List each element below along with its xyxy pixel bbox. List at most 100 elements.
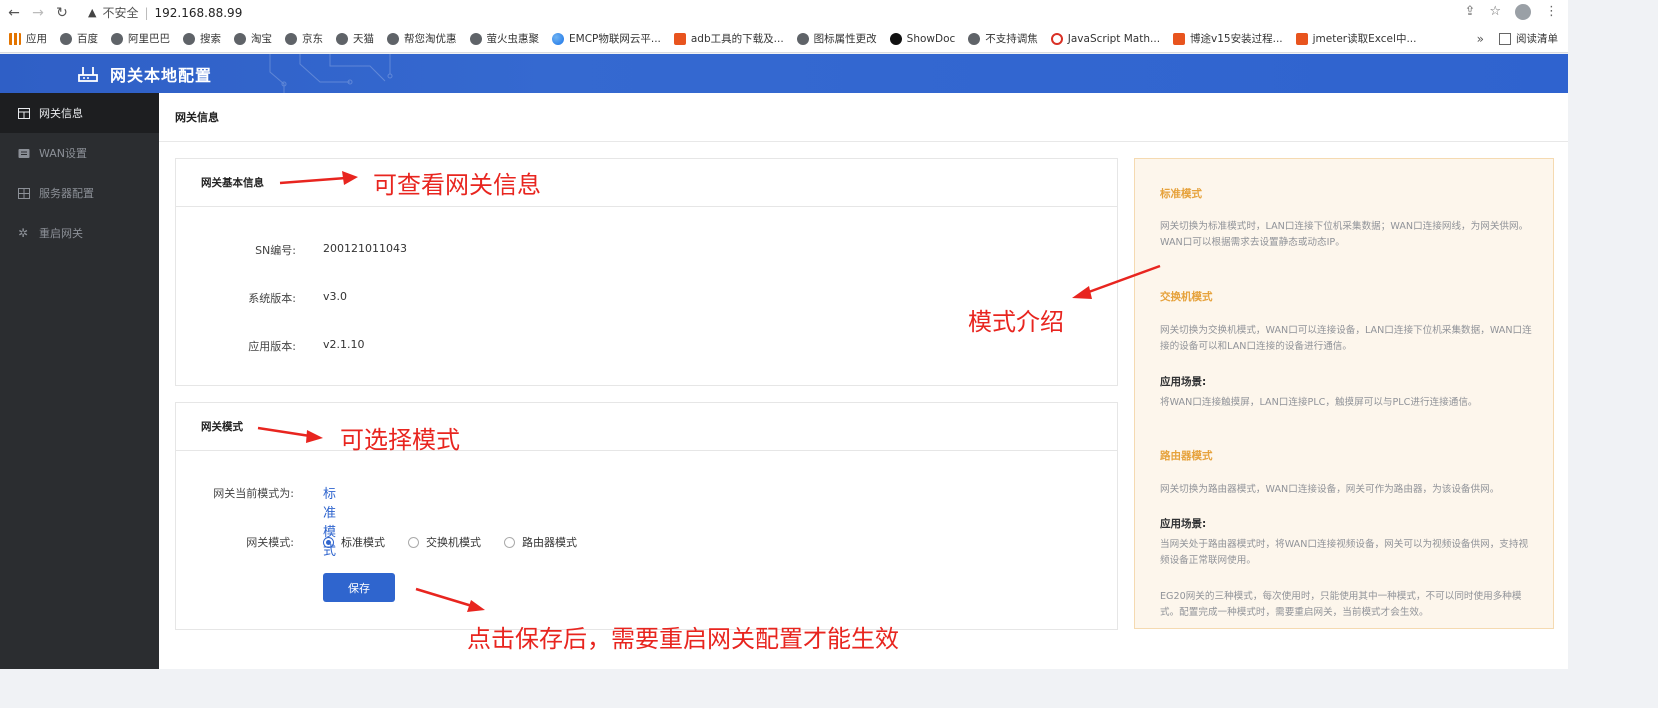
sidebar-item-label: 服务器配置 xyxy=(39,187,94,200)
csdn-icon xyxy=(673,32,686,45)
forward-arrow-icon[interactable]: → xyxy=(28,5,48,21)
gateway-mode-title: 网关模式 xyxy=(176,403,1117,451)
url-text[interactable]: 192.168.88.99 xyxy=(155,6,243,20)
bookmarks-bar: 应用 百度 阿里巴巴 搜索 淘宝 京东 天猫 帮您淘优惠 萤火虫惠聚 EMCP物… xyxy=(0,25,1568,53)
bookmark-label: 萤火虫惠聚 xyxy=(486,33,540,45)
share-icon[interactable]: ⇪ xyxy=(1464,4,1475,20)
annotation-save-hint: 点击保存后，需要重启网关配置才能生效 xyxy=(467,625,899,653)
bookmark-item[interactable]: 帮您淘优惠 xyxy=(387,31,457,46)
annotation-mode-intro: 模式介绍 xyxy=(968,308,1064,336)
app-version-label: 应用版本: xyxy=(248,340,296,353)
sidebar-item-label: 重启网关 xyxy=(39,227,83,240)
bookmarks-more-button[interactable]: » xyxy=(1477,32,1484,46)
bookmark-item[interactable]: 萤火虫惠聚 xyxy=(469,31,540,46)
system-version-value: v3.0 xyxy=(323,290,348,303)
basic-info-title: 网关基本信息 xyxy=(176,159,1117,207)
bookmark-item[interactable]: 图标属性更改 xyxy=(796,31,877,46)
switch-mode-text: 网关切换为交换机模式，WAN口可以连接设备，LAN口连接下位机采集数据，WAN口… xyxy=(1160,325,1532,352)
annotation-view-info: 可查看网关信息 xyxy=(373,171,541,199)
router-note-text: EG20网关的三种模式，每次使用时，只能使用其中一种模式，不可以同时使用多种模式… xyxy=(1160,591,1522,618)
router-scene-text: 当网关处于路由器模式时，将WAN口连接视频设备，网关可以为视频设备供网，支持视频… xyxy=(1160,539,1529,566)
star-icon[interactable]: ☆ xyxy=(1489,4,1501,20)
bookmark-item[interactable]: JavaScript Math... xyxy=(1050,32,1161,45)
bookmark-label: 不支持调焦 xyxy=(985,33,1038,45)
bookmark-label: EMCP物联网云平... xyxy=(569,33,661,45)
app-version-value: v2.1.10 xyxy=(323,338,365,351)
bookmark-item[interactable]: 博途v15安装过程... xyxy=(1173,31,1283,46)
bookmark-item[interactable]: EMCP物联网云平... xyxy=(552,31,661,46)
bookmark-item[interactable]: 阿里巴巴 xyxy=(111,31,170,46)
annotation-select-mode: 可选择模式 xyxy=(340,426,460,454)
standard-mode-title: 标准模式 xyxy=(1160,188,1202,200)
save-button[interactable]: 保存 xyxy=(323,573,395,602)
radio-dot[interactable] xyxy=(408,536,419,548)
globe-icon xyxy=(387,32,399,45)
bookmark-label: 淘宝 xyxy=(251,33,272,45)
profile-avatar-icon[interactable] xyxy=(1515,4,1531,20)
bookmark-label: adb工具的下载及... xyxy=(690,33,784,45)
bookmark-item[interactable]: 应用 xyxy=(9,31,47,46)
router-logo-icon xyxy=(78,66,98,82)
radio-dot[interactable] xyxy=(504,536,515,548)
emcp-icon xyxy=(552,32,564,45)
bookmark-item[interactable]: 不支持调焦 xyxy=(968,31,1038,46)
radio-router-mode[interactable]: 路由器模式 xyxy=(504,534,577,550)
url-separator: | xyxy=(144,5,149,20)
bookmark-item[interactable]: 百度 xyxy=(60,31,98,46)
bookmark-label: 天猫 xyxy=(353,33,374,45)
globe-icon xyxy=(234,32,246,45)
js-icon xyxy=(1050,32,1063,45)
sidebar-item-wan-settings[interactable]: WAN设置 xyxy=(0,133,159,173)
bookmark-item[interactable]: 搜索 xyxy=(183,31,221,46)
server-icon xyxy=(18,187,30,199)
bookmark-label: 百度 xyxy=(77,33,98,45)
warning-icon: ▲ xyxy=(88,6,97,19)
router-mode-text: 网关切换为路由器模式，WAN口连接设备，网关可作为路由器，为该设备供网。 xyxy=(1160,484,1500,495)
bookmark-label: 图标属性更改 xyxy=(813,33,877,45)
mode-label: 网关模式: xyxy=(246,536,294,549)
bookmark-item[interactable]: adb工具的下载及... xyxy=(673,31,784,46)
radio-standard-mode[interactable]: 标准模式 xyxy=(323,534,385,550)
gateway-mode-card: 网关模式 网关当前模式为: 标准模式 网关模式: 标准模式 交换机模式 路由器模… xyxy=(175,402,1118,630)
sidebar-item-server-config[interactable]: 服务器配置 xyxy=(0,173,159,213)
current-mode-label: 网关当前模式为: xyxy=(213,487,294,500)
sidebar-item-restart-gateway[interactable]: ✲ 重启网关 xyxy=(0,213,159,253)
bookmark-item[interactable]: 天猫 xyxy=(336,31,374,46)
bookmark-label: 搜索 xyxy=(200,33,221,45)
bookmark-label: JavaScript Math... xyxy=(1067,32,1161,45)
reading-list-icon xyxy=(1499,32,1511,45)
bookmark-item[interactable]: 京东 xyxy=(285,31,323,46)
showdoc-icon xyxy=(889,32,902,45)
switch-scene-label: 应用场景: xyxy=(1160,376,1207,388)
bookmark-item[interactable]: 淘宝 xyxy=(234,31,272,46)
back-arrow-icon[interactable]: ← xyxy=(4,5,24,21)
url-field[interactable]: ▲ 不安全 | 192.168.88.99 xyxy=(88,3,242,23)
bookmark-item[interactable]: ShowDoc xyxy=(889,32,956,45)
switch-mode-title: 交换机模式 xyxy=(1160,291,1213,303)
bookmark-label: 帮您淘优惠 xyxy=(404,33,457,45)
bookmark-label: 应用 xyxy=(26,33,47,45)
bookmark-label: ShowDoc xyxy=(906,32,956,45)
radio-label: 标准模式 xyxy=(341,536,385,549)
breadcrumb: 网关信息 xyxy=(159,93,1568,142)
radio-dot-selected[interactable] xyxy=(323,536,334,548)
reload-icon[interactable]: ↻ xyxy=(52,5,72,21)
bookmark-item[interactable]: jmeter读取Excel中... xyxy=(1295,31,1416,46)
radio-switch-mode[interactable]: 交换机模式 xyxy=(408,534,481,550)
main-content: 网关信息 网关基本信息 SN编号: 200121011043 系统版本: v3.… xyxy=(159,93,1568,669)
basic-info-card: 网关基本信息 SN编号: 200121011043 系统版本: v3.0 应用版… xyxy=(175,158,1118,386)
kebab-menu-icon[interactable]: ⋮ xyxy=(1545,4,1558,20)
sn-label: SN编号: xyxy=(255,244,296,257)
csdn-icon xyxy=(1173,32,1186,45)
app-header: 网关本地配置 xyxy=(0,54,1568,93)
globe-icon xyxy=(285,32,297,45)
system-version-label: 系统版本: xyxy=(248,292,296,305)
reading-list-button[interactable]: 阅读清单 xyxy=(1499,31,1558,46)
sidebar-item-gateway-info[interactable]: 网关信息 xyxy=(0,93,159,133)
csdn-icon xyxy=(1295,32,1308,45)
radio-label: 交换机模式 xyxy=(426,536,481,549)
switch-scene-text: 将WAN口连接触摸屏，LAN口连接PLC，触摸屏可以与PLC进行连接通信。 xyxy=(1160,397,1478,408)
router-mode-title: 路由器模式 xyxy=(1160,450,1213,462)
gear-icon: ✲ xyxy=(18,225,29,240)
table-icon xyxy=(18,107,30,119)
